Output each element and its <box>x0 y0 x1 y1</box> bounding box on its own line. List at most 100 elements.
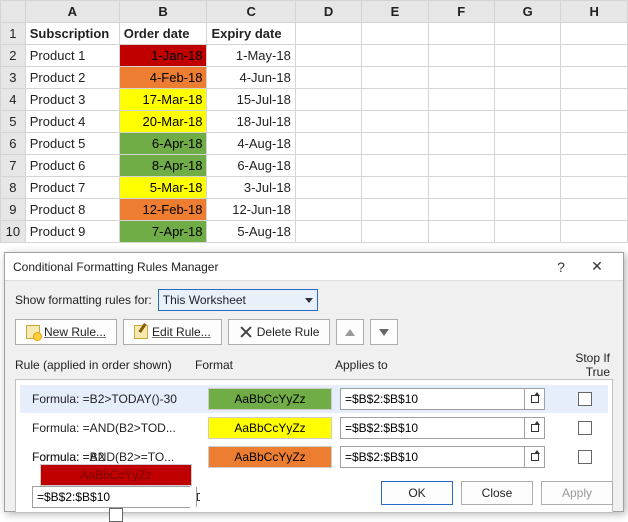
cell[interactable] <box>494 89 561 111</box>
cell[interactable]: 1-Jan-18 <box>119 45 207 67</box>
row-header[interactable]: 2 <box>1 45 26 67</box>
cell[interactable]: 5-Aug-18 <box>207 221 295 243</box>
cell[interactable] <box>561 221 628 243</box>
range-picker-icon[interactable] <box>524 418 544 438</box>
column-header[interactable]: H <box>561 1 628 23</box>
cell[interactable] <box>295 67 361 89</box>
cell[interactable] <box>561 45 628 67</box>
cell[interactable] <box>561 111 628 133</box>
row-header[interactable]: 7 <box>1 155 26 177</box>
stop-if-true-checkbox[interactable] <box>578 421 592 435</box>
cell[interactable] <box>494 155 561 177</box>
cell[interactable]: Product 1 <box>25 45 119 67</box>
cell[interactable] <box>362 133 428 155</box>
apply-button[interactable]: Apply <box>541 481 613 505</box>
cell[interactable]: Expiry date <box>207 23 295 45</box>
move-up-button[interactable] <box>336 319 364 345</box>
rule-row[interactable]: Formula: =B2>TODAY()-30AaBbCcYyZz <box>20 385 608 413</box>
applies-to-input[interactable] <box>341 389 524 409</box>
applies-to-field[interactable] <box>32 486 190 508</box>
cell[interactable]: 8-Apr-18 <box>119 155 207 177</box>
delete-rule-button[interactable]: Delete Rule <box>228 319 331 345</box>
cell[interactable] <box>428 199 494 221</box>
cell[interactable]: 20-Mar-18 <box>119 111 207 133</box>
cell[interactable] <box>362 45 428 67</box>
cell[interactable]: Product 7 <box>25 177 119 199</box>
cell[interactable] <box>295 177 361 199</box>
cell[interactable] <box>428 23 494 45</box>
close-icon[interactable]: ✕ <box>579 258 615 275</box>
cell[interactable] <box>362 199 428 221</box>
cell[interactable] <box>561 23 628 45</box>
cell[interactable] <box>494 199 561 221</box>
rule-row[interactable]: Formula: =AND(B2>TOD...AaBbCcYyZz <box>20 414 608 442</box>
cell[interactable]: 4-Feb-18 <box>119 67 207 89</box>
move-down-button[interactable] <box>370 319 398 345</box>
range-picker-icon[interactable] <box>196 487 200 507</box>
applies-to-field[interactable] <box>340 388 545 410</box>
edit-rule-button[interactable]: Edit Rule... <box>123 319 222 345</box>
cell[interactable] <box>561 67 628 89</box>
cell[interactable] <box>295 133 361 155</box>
cell[interactable] <box>295 199 361 221</box>
cell[interactable] <box>362 221 428 243</box>
cell[interactable] <box>295 155 361 177</box>
cell[interactable] <box>561 177 628 199</box>
cell[interactable] <box>295 45 361 67</box>
cell[interactable]: Product 4 <box>25 111 119 133</box>
cell[interactable] <box>561 133 628 155</box>
new-rule-button[interactable]: New Rule... <box>15 319 117 345</box>
cell[interactable]: 6-Aug-18 <box>207 155 295 177</box>
column-header[interactable]: B <box>119 1 207 23</box>
cell[interactable] <box>494 133 561 155</box>
cell[interactable] <box>362 67 428 89</box>
cell[interactable] <box>494 111 561 133</box>
column-header[interactable]: D <box>295 1 361 23</box>
cell[interactable]: Product 5 <box>25 133 119 155</box>
cell[interactable]: Product 8 <box>25 199 119 221</box>
cell[interactable] <box>428 177 494 199</box>
applies-to-input[interactable] <box>33 487 196 507</box>
cell[interactable]: 1-May-18 <box>207 45 295 67</box>
stop-if-true-checkbox[interactable] <box>578 392 592 406</box>
cell[interactable] <box>295 221 361 243</box>
cell[interactable] <box>428 133 494 155</box>
applies-to-input[interactable] <box>341 447 524 467</box>
cell[interactable] <box>362 89 428 111</box>
row-header[interactable]: 9 <box>1 199 26 221</box>
cell[interactable] <box>428 45 494 67</box>
row-header[interactable]: 6 <box>1 133 26 155</box>
cell[interactable]: Product 2 <box>25 67 119 89</box>
cell[interactable] <box>428 67 494 89</box>
row-header[interactable]: 8 <box>1 177 26 199</box>
cell[interactable] <box>295 111 361 133</box>
cell[interactable]: 12-Jun-18 <box>207 199 295 221</box>
cell[interactable] <box>362 177 428 199</box>
cell[interactable] <box>295 89 361 111</box>
cell[interactable]: 15-Jul-18 <box>207 89 295 111</box>
cell[interactable] <box>561 89 628 111</box>
row-header[interactable]: 1 <box>1 23 26 45</box>
cell[interactable]: Product 9 <box>25 221 119 243</box>
ok-button[interactable]: OK <box>381 481 453 505</box>
cell[interactable] <box>362 23 428 45</box>
row-header[interactable]: 5 <box>1 111 26 133</box>
cell[interactable] <box>295 23 361 45</box>
cell[interactable] <box>494 23 561 45</box>
cell[interactable] <box>561 199 628 221</box>
cell[interactable]: Product 6 <box>25 155 119 177</box>
cell[interactable] <box>428 89 494 111</box>
cell[interactable]: 17-Mar-18 <box>119 89 207 111</box>
range-picker-icon[interactable] <box>524 447 544 467</box>
column-header[interactable]: G <box>494 1 561 23</box>
column-header[interactable]: C <box>207 1 295 23</box>
stop-if-true-checkbox[interactable] <box>109 508 123 522</box>
cell[interactable]: 18-Jul-18 <box>207 111 295 133</box>
applies-to-field[interactable] <box>340 446 545 468</box>
cell[interactable]: Subscription <box>25 23 119 45</box>
cell[interactable]: 3-Jul-18 <box>207 177 295 199</box>
cell[interactable] <box>362 155 428 177</box>
cell[interactable]: Product 3 <box>25 89 119 111</box>
scope-select[interactable]: This Worksheet <box>158 289 318 311</box>
cell[interactable] <box>428 155 494 177</box>
